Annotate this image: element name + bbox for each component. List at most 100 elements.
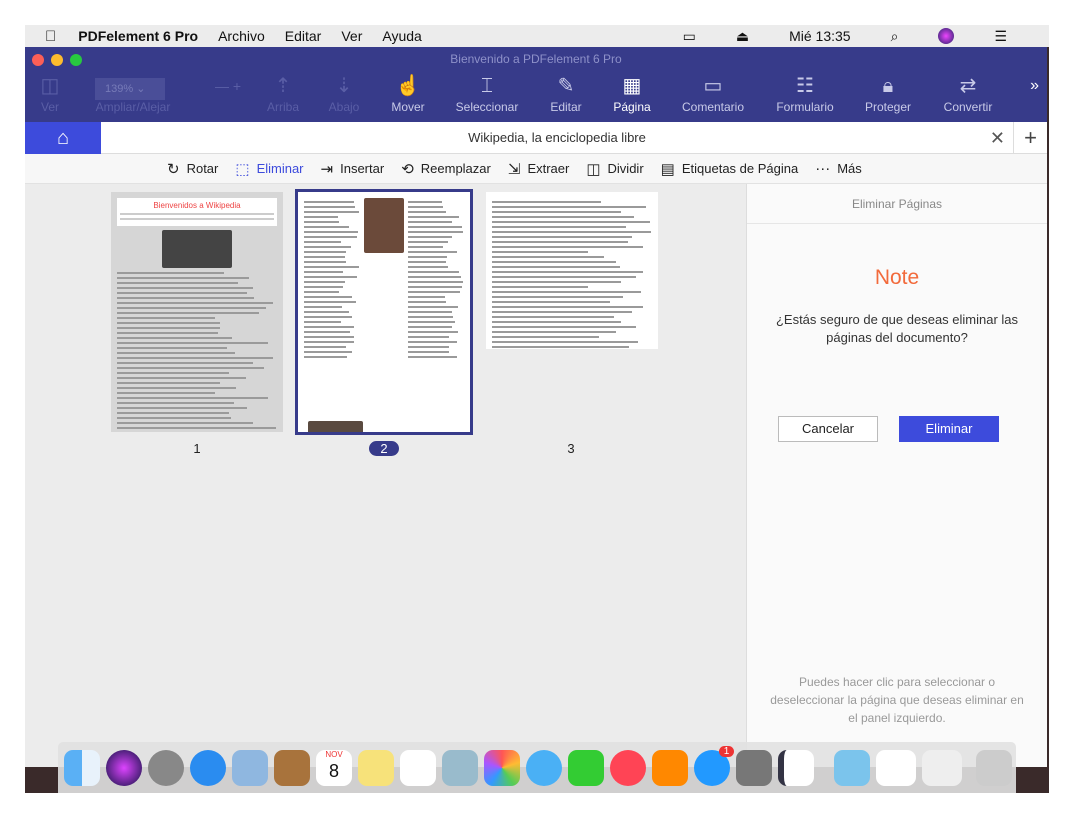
siri-icon[interactable] — [938, 28, 954, 44]
thumbnail-text-line — [492, 331, 616, 333]
apple-icon[interactable]:  — [45, 28, 56, 45]
thumbnail-text-line — [304, 286, 343, 288]
downloads-folder-icon[interactable] — [834, 750, 870, 786]
page-labels-button[interactable]: ▤ Etiquetas de Página — [661, 160, 799, 178]
close-tab-icon[interactable]: ✕ — [990, 122, 1005, 154]
pdfelement-icon[interactable] — [778, 750, 814, 786]
replace-button[interactable]: ⟲ Reemplazar — [401, 160, 491, 178]
thumbnail-text-line — [117, 327, 220, 329]
toolbar-ver-button[interactable]: ◫ Ver — [25, 72, 95, 114]
page-icon: ▦ — [623, 72, 642, 100]
page-thumbnail-3[interactable] — [486, 192, 658, 349]
notification-center-icon[interactable]: ☰ — [994, 28, 1007, 45]
thumbnail-text-line — [304, 321, 341, 323]
menu-editar[interactable]: Editar — [285, 28, 322, 44]
thumbnail-text-line — [304, 356, 347, 358]
siri-dock-icon[interactable] — [106, 750, 142, 786]
calendar-icon[interactable]: NOV 8 — [316, 750, 352, 786]
thumbnail-text-line — [304, 216, 338, 218]
toolbar-ampliar-alejar-button[interactable]: — + Ampliar/Alejar — [88, 72, 178, 114]
facetime-icon[interactable] — [568, 750, 604, 786]
reminders-icon[interactable] — [400, 750, 436, 786]
finder-icon[interactable] — [64, 750, 100, 786]
thumbnail-text-line — [304, 301, 356, 303]
contacts-icon[interactable] — [274, 750, 310, 786]
page-thumbnail-1[interactable]: Bienvenidos a Wikipedia — [111, 192, 283, 432]
thumbnail-text-line — [408, 241, 448, 243]
toolbar-label: Mover — [391, 100, 424, 114]
rotate-label: Rotar — [187, 161, 219, 176]
thumbnail-text-line — [408, 211, 446, 213]
delete-button[interactable]: Eliminar — [899, 416, 999, 442]
thumbnail-text-line — [304, 311, 349, 313]
thumbnail-text-line — [408, 201, 442, 203]
ibooks-icon[interactable] — [652, 750, 688, 786]
thumbnail-text-line — [304, 281, 345, 283]
split-button[interactable]: ◫ Dividir — [586, 160, 643, 178]
document-tab[interactable]: Wikipedia, la enciclopedia libre — [101, 122, 1013, 154]
more-label: Más — [837, 161, 862, 176]
insert-button[interactable]: ⇥ Insertar — [321, 160, 385, 178]
extract-icon: ⇲ — [508, 160, 521, 178]
thumbnail-text-line — [492, 336, 599, 338]
app-store-icon[interactable]: 1 — [694, 750, 730, 786]
home-button[interactable]: ⌂ — [25, 122, 101, 154]
cancel-button[interactable]: Cancelar — [778, 416, 878, 442]
mail-icon[interactable] — [232, 750, 268, 786]
delete-page-button[interactable]: ⬚ Eliminar — [235, 160, 303, 178]
thumbnail-text-line — [117, 402, 234, 404]
calendar-day: 8 — [329, 761, 339, 781]
toolbar-p-gina-button[interactable]: ▦ Página — [587, 72, 677, 114]
more-button[interactable]: ··· Más — [815, 160, 862, 177]
toolbar-convertir-button[interactable]: ⇄ Convertir — [923, 72, 1013, 114]
thumbnail-text-line — [408, 316, 453, 318]
preview-icon[interactable] — [442, 750, 478, 786]
menu-archivo[interactable]: Archivo — [218, 28, 265, 44]
notes-icon[interactable] — [358, 750, 394, 786]
toolbar-seleccionar-button[interactable]: ⌶ Seleccionar — [442, 72, 532, 114]
more-tools-icon[interactable]: » — [1030, 77, 1039, 95]
thumbnail-text-line — [117, 367, 264, 369]
menu-ver[interactable]: Ver — [341, 28, 362, 44]
thumbnail-text-line — [117, 397, 268, 399]
spotlight-search-icon[interactable]: ⌕ — [891, 28, 899, 45]
toolbar-proteger-button[interactable]: 🔒︎ Proteger — [843, 72, 933, 114]
toolbar-comentario-button[interactable]: ▭ Comentario — [668, 72, 758, 114]
confirm-question: ¿Estás seguro de que deseas eliminar las… — [747, 311, 1047, 347]
photos-icon[interactable] — [484, 750, 520, 786]
extract-button[interactable]: ⇲ Extraer — [508, 160, 569, 178]
messages-icon[interactable] — [526, 750, 562, 786]
thumbnail-text-line — [492, 346, 629, 348]
toolbar-label: Ver — [41, 100, 59, 114]
menu-ayuda[interactable]: Ayuda — [382, 28, 421, 44]
menu-app-name[interactable]: PDFelement 6 Pro — [78, 28, 198, 44]
dock-window-preview[interactable] — [876, 750, 916, 786]
thumbnail-text-line — [408, 296, 445, 298]
thumbnail-image — [308, 421, 363, 432]
thumbnail-text-line — [304, 326, 354, 328]
clock[interactable]: Mié 13:35 — [789, 28, 850, 44]
system-preferences-icon[interactable] — [736, 750, 772, 786]
toolbar-mover-button[interactable]: ☝ Mover — [363, 72, 453, 114]
split-icon: ◫ — [586, 160, 600, 178]
thumbnail-text-line — [117, 272, 224, 274]
rotate-button[interactable]: ↻ Rotar — [167, 160, 218, 178]
eject-icon[interactable]: ⏏ — [736, 28, 749, 45]
thumbnail-text-line — [117, 412, 229, 414]
trash-icon[interactable] — [976, 750, 1012, 786]
itunes-icon[interactable] — [610, 750, 646, 786]
airplay-icon[interactable]: ▭ — [683, 28, 696, 45]
toolbar-formulario-button[interactable]: ☷ Formulario — [760, 72, 850, 114]
title-bar: Bienvenido a PDFelement 6 Pro 139% ⌄ ◫ Ve… — [25, 47, 1047, 122]
delete-pages-panel: Eliminar Páginas Note ¿Estás seguro de q… — [746, 184, 1047, 767]
dock-window-preview[interactable] — [922, 750, 962, 786]
thumbnail-text-line — [492, 286, 588, 288]
menu-bar:  PDFelement 6 Pro Archivo Editar Ver Ay… — [25, 25, 1049, 47]
page-thumbnail-2[interactable] — [298, 192, 470, 432]
rotate-icon: ↻ — [167, 160, 180, 178]
safari-icon[interactable] — [190, 750, 226, 786]
split-label: Dividir — [608, 161, 644, 176]
new-tab-button[interactable]: + — [1013, 122, 1047, 154]
launchpad-icon[interactable] — [148, 750, 184, 786]
toolbar-label: Página — [613, 100, 650, 114]
